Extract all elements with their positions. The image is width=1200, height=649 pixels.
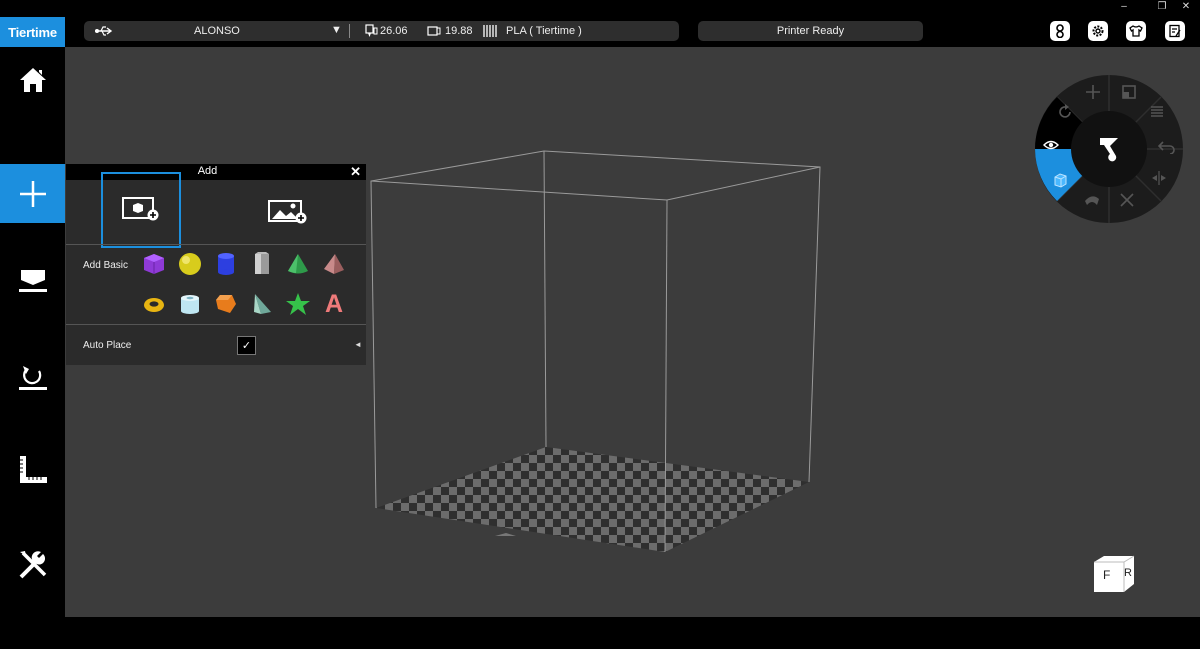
repair-icon[interactable] — [1083, 193, 1101, 212]
tool-wheel — [1034, 74, 1184, 224]
view-cube-icon[interactable] — [1052, 172, 1068, 193]
add-model-icon — [121, 195, 161, 226]
move-icon[interactable] — [1085, 84, 1101, 105]
layers-icon[interactable] — [1149, 104, 1165, 125]
view-eye-icon[interactable] — [1043, 138, 1059, 156]
add-panel: Add ✕ Add Basic A Auto Place ✓ ◄ — [66, 164, 366, 365]
fit-icon[interactable] — [1119, 192, 1135, 213]
mirror-icon[interactable] — [1150, 170, 1168, 191]
hexagonal-prism-shape-button[interactable] — [248, 250, 276, 278]
letter-a-text: A — [324, 289, 344, 318]
front-face-label: F — [1103, 568, 1111, 582]
sphere-shape-button[interactable] — [176, 250, 204, 278]
cylinder-shape-button[interactable] — [212, 250, 240, 278]
star-shape-button[interactable] — [284, 290, 312, 318]
torus-shape-button[interactable] — [140, 290, 168, 318]
wedge-shape-button[interactable] — [248, 290, 276, 318]
minimize-button[interactable]: – — [1110, 0, 1138, 13]
account-icon[interactable] — [1050, 21, 1070, 41]
material-value: PLA ( Tiertime ) — [506, 25, 582, 37]
auto-place-checkbox[interactable]: ✓ — [237, 336, 256, 355]
collapse-arrow-icon[interactable]: ◄ — [354, 340, 362, 349]
tools-icon[interactable] — [0, 537, 65, 593]
nozzle-temp-value: 26.06 — [380, 25, 408, 37]
settings-gear-icon[interactable] — [1088, 21, 1108, 41]
add-image-button[interactable] — [250, 184, 326, 242]
add-basic-label: Add Basic — [83, 260, 129, 271]
checkmark-icon: ✓ — [241, 340, 252, 352]
chevron-down-icon[interactable]: ▼ — [331, 24, 342, 36]
pyramid-shape-button[interactable] — [320, 250, 348, 278]
nozzle-temp-icon — [364, 24, 378, 41]
left-sidebar — [0, 47, 65, 617]
letter-a-shape-button[interactable]: A — [320, 290, 348, 318]
view-orientation-cube[interactable]: F R — [1090, 552, 1136, 594]
pentagon-prism-shape-button[interactable] — [212, 290, 240, 318]
separator — [349, 24, 350, 38]
rotate-icon[interactable] — [1058, 104, 1074, 125]
printer-status: Printer Ready — [698, 21, 923, 41]
auto-place-label: Auto Place — [83, 340, 132, 351]
top-toolbar: Tiertime ALONSO ▼ 26.06 19.88 PLA ( Tier… — [0, 13, 1200, 47]
wheel-center-logo-icon[interactable] — [1093, 132, 1125, 169]
home-icon[interactable] — [0, 52, 65, 108]
close-panel-button[interactable]: ✕ — [350, 164, 361, 180]
build-plate — [376, 447, 809, 552]
add-model-button[interactable] — [101, 172, 181, 248]
usb-icon — [94, 24, 114, 41]
calibrate-icon[interactable] — [0, 349, 65, 405]
divider — [66, 244, 366, 245]
printer-name: ALONSO — [194, 25, 240, 37]
material-shirt-icon[interactable] — [1126, 21, 1146, 41]
add-image-icon — [267, 198, 309, 229]
measure-icon[interactable] — [0, 442, 65, 498]
cone-shape-button[interactable] — [284, 250, 312, 278]
tube-shape-button[interactable] — [176, 290, 204, 318]
printer-status-text: Printer Ready — [776, 25, 845, 37]
right-face-label: R — [1124, 567, 1132, 579]
bed-temp-value: 19.88 — [445, 25, 473, 37]
material-icon — [483, 24, 497, 41]
tiertime-logo: Tiertime — [0, 17, 65, 47]
scale-icon[interactable] — [1121, 84, 1137, 105]
bottom-bar — [0, 617, 1200, 649]
print-icon[interactable] — [0, 254, 65, 310]
bed-temp-icon — [427, 24, 441, 41]
window-title-bar: – ❐ ✕ — [0, 0, 1200, 13]
close-window-button[interactable]: ✕ — [1172, 0, 1200, 13]
undo-icon[interactable] — [1157, 138, 1176, 159]
edit-notes-icon[interactable] — [1165, 21, 1185, 41]
cube-shape-button[interactable] — [140, 250, 168, 278]
add-icon[interactable] — [0, 164, 65, 223]
printer-selector[interactable]: ALONSO ▼ 26.06 19.88 PLA ( Tiertime ) — [84, 21, 679, 41]
divider — [66, 324, 366, 325]
